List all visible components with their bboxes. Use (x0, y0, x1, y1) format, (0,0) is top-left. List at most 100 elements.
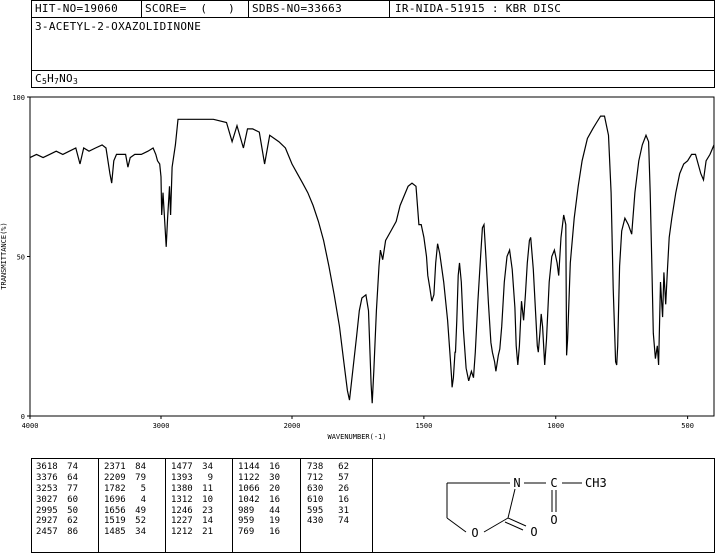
atom-ch3: CH3 (585, 476, 607, 490)
x-tick-label: 1500 (415, 422, 432, 430)
chemical-structure: N C CH3 O O O (446, 476, 607, 540)
peak-row: 1519 52 (104, 516, 146, 527)
peak-wavenumber: 1519 (104, 516, 126, 527)
peak-row: 1485 34 (104, 527, 146, 538)
y-tick-label: 0 (21, 413, 25, 421)
peak-wavenumber: 3253 (36, 483, 58, 494)
x-tick-label: 500 (681, 422, 694, 430)
peak-wavenumber: 3618 (36, 462, 58, 472)
peak-transmittance: 34 (135, 527, 146, 538)
y-tick-label: 50 (17, 254, 25, 262)
peak-column: 1144 16 1122 30 1066 20 1042 16 989 44 959 19 769 16 (238, 462, 280, 538)
peak-row: 1393 9 (171, 473, 213, 484)
peak-transmittance: 4 (140, 494, 146, 505)
x-tick-label: 4000 (22, 422, 39, 430)
peak-row: 1246 23 (171, 506, 213, 517)
peak-wavenumber: 1246 (171, 505, 193, 516)
peak-wavenumber: 1227 (171, 516, 193, 527)
peak-row: 1144 16 (238, 462, 280, 473)
peak-transmittance: 86 (67, 527, 78, 538)
peak-transmittance: 62 (338, 462, 349, 472)
peak-transmittance: 20 (269, 483, 280, 494)
peak-row: 3376 64 (36, 473, 78, 484)
spectrum-series-line (29, 115, 715, 404)
peak-transmittance: 49 (135, 505, 146, 516)
peak-row: 1782 5 (104, 484, 146, 495)
peak-wavenumber: 430 (307, 516, 324, 527)
peak-wavenumber: 769 (238, 527, 255, 538)
peak-column-divider (300, 458, 301, 553)
peak-wavenumber: 1042 (238, 494, 260, 505)
x-axis: 4000 3000 2000 1500 1000 500 (22, 416, 694, 430)
y-axis: 0 50 100 (12, 94, 30, 421)
peak-transmittance: 26 (338, 483, 349, 494)
peak-row: 3253 77 (36, 484, 78, 495)
y-tick-label: 100 (12, 94, 25, 102)
ir-spectrum-chart: 0 50 100 4000 3000 2000 1500 1000 500 TRANSMITT… (0, 94, 715, 441)
peak-row: 959 19 (238, 516, 280, 527)
bond-c-n (507, 488, 516, 519)
x-axis-label: WAVENUMBER(-1) (327, 433, 386, 441)
peak-column-divider (165, 458, 166, 553)
peak-wavenumber: 712 (307, 472, 324, 483)
peak-row: 430 74 (307, 516, 349, 527)
y-axis-label: TRANSMITTANCE(%) (0, 222, 8, 289)
peak-wavenumber: 989 (238, 505, 255, 516)
peak-row: 1312 10 (171, 495, 213, 506)
peak-transmittance: 16 (338, 494, 349, 505)
peak-transmittance: 84 (135, 462, 146, 472)
peak-transmittance: 52 (135, 516, 146, 527)
peak-wavenumber: 1393 (171, 472, 193, 483)
peak-transmittance: 62 (67, 516, 78, 527)
x-tick-label: 2000 (284, 422, 301, 430)
peak-transmittance: 23 (202, 505, 213, 516)
peak-transmittance: 57 (338, 472, 349, 483)
peak-transmittance: 34 (202, 462, 213, 472)
peak-row: 2371 84 (104, 462, 146, 473)
plot-frame (29, 96, 715, 417)
peak-row: 1477 34 (171, 462, 213, 473)
peak-wavenumber: 738 (307, 462, 324, 472)
peak-wavenumber: 1122 (238, 472, 260, 483)
peak-wavenumber: 2209 (104, 472, 126, 483)
peak-transmittance: 64 (67, 472, 78, 483)
peak-row: 1656 49 (104, 506, 146, 517)
peak-row: 1380 11 (171, 484, 213, 495)
peak-row: 630 26 (307, 484, 349, 495)
x-tick-label: 1000 (547, 422, 564, 430)
peak-column: 3618 74 3376 64 3253 77 3027 60 2995 50 2927 62 2457… (36, 462, 78, 538)
peak-row: 2995 50 (36, 506, 78, 517)
peak-transmittance: 16 (269, 527, 280, 538)
peak-transmittance: 16 (269, 494, 280, 505)
peak-wavenumber: 1066 (238, 483, 260, 494)
peak-transmittance: 9 (207, 472, 213, 483)
peak-transmittance: 5 (140, 483, 146, 494)
peak-transmittance: 79 (135, 472, 146, 483)
peak-column: 738 62 712 57 630 26 610 16 595 31 430 74 (307, 462, 349, 527)
peak-transmittance: 60 (67, 494, 78, 505)
x-tick-label: 3000 (153, 422, 170, 430)
peak-transmittance: 11 (202, 483, 213, 494)
peak-column: 2371 84 2209 79 1782 5 1696 4 1656 49 1519 52 1485 34 (104, 462, 146, 538)
peak-row: 3618 74 (36, 462, 78, 473)
peak-transmittance: 50 (67, 505, 78, 516)
peak-wavenumber: 2371 (104, 462, 126, 472)
peak-wavenumber: 595 (307, 505, 324, 516)
peak-wavenumber: 959 (238, 516, 255, 527)
peak-row: 610 16 (307, 495, 349, 506)
peak-wavenumber: 610 (307, 494, 324, 505)
atom-n: N (513, 476, 520, 490)
peak-column: 1477 34 1393 9 1380 11 1312 10 1246 23 1227 14 1212 2… (171, 462, 213, 538)
peak-transmittance: 30 (269, 472, 280, 483)
peak-row: 1227 14 (171, 516, 213, 527)
peak-wavenumber: 3027 (36, 494, 58, 505)
peak-row: 2209 79 (104, 473, 146, 484)
peak-wavenumber: 1477 (171, 462, 193, 472)
peak-transmittance: 19 (269, 516, 280, 527)
peak-wavenumber: 630 (307, 483, 324, 494)
bond-ring-o (446, 517, 467, 533)
peak-transmittance: 74 (67, 462, 78, 472)
peak-row: 3027 60 (36, 495, 78, 506)
peak-row: 1212 21 (171, 527, 213, 538)
peak-row: 1066 20 (238, 484, 280, 495)
